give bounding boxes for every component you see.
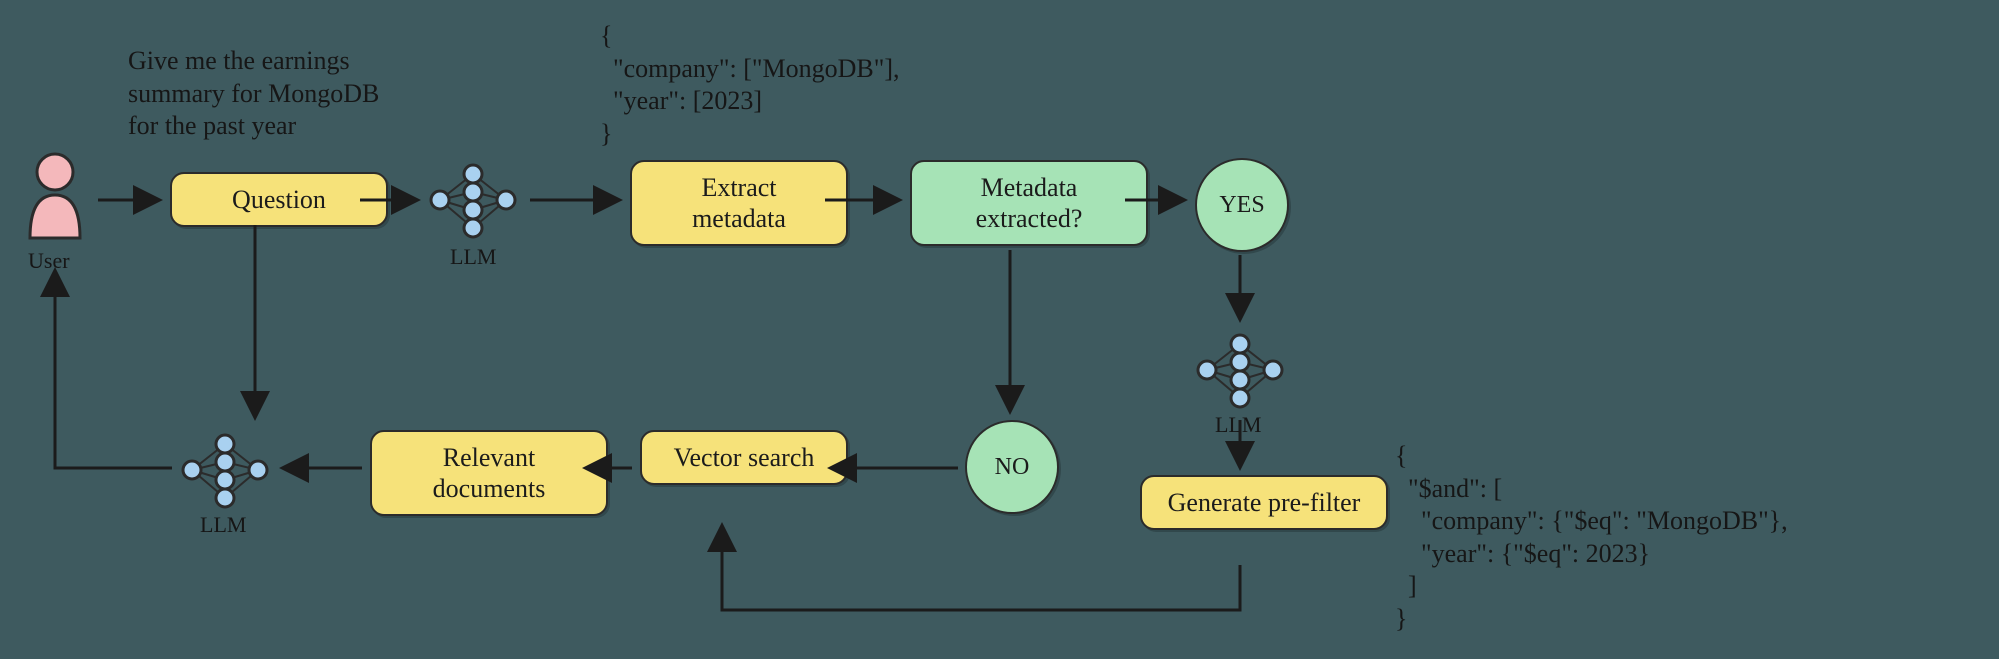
- arrows-layer: [0, 0, 1999, 659]
